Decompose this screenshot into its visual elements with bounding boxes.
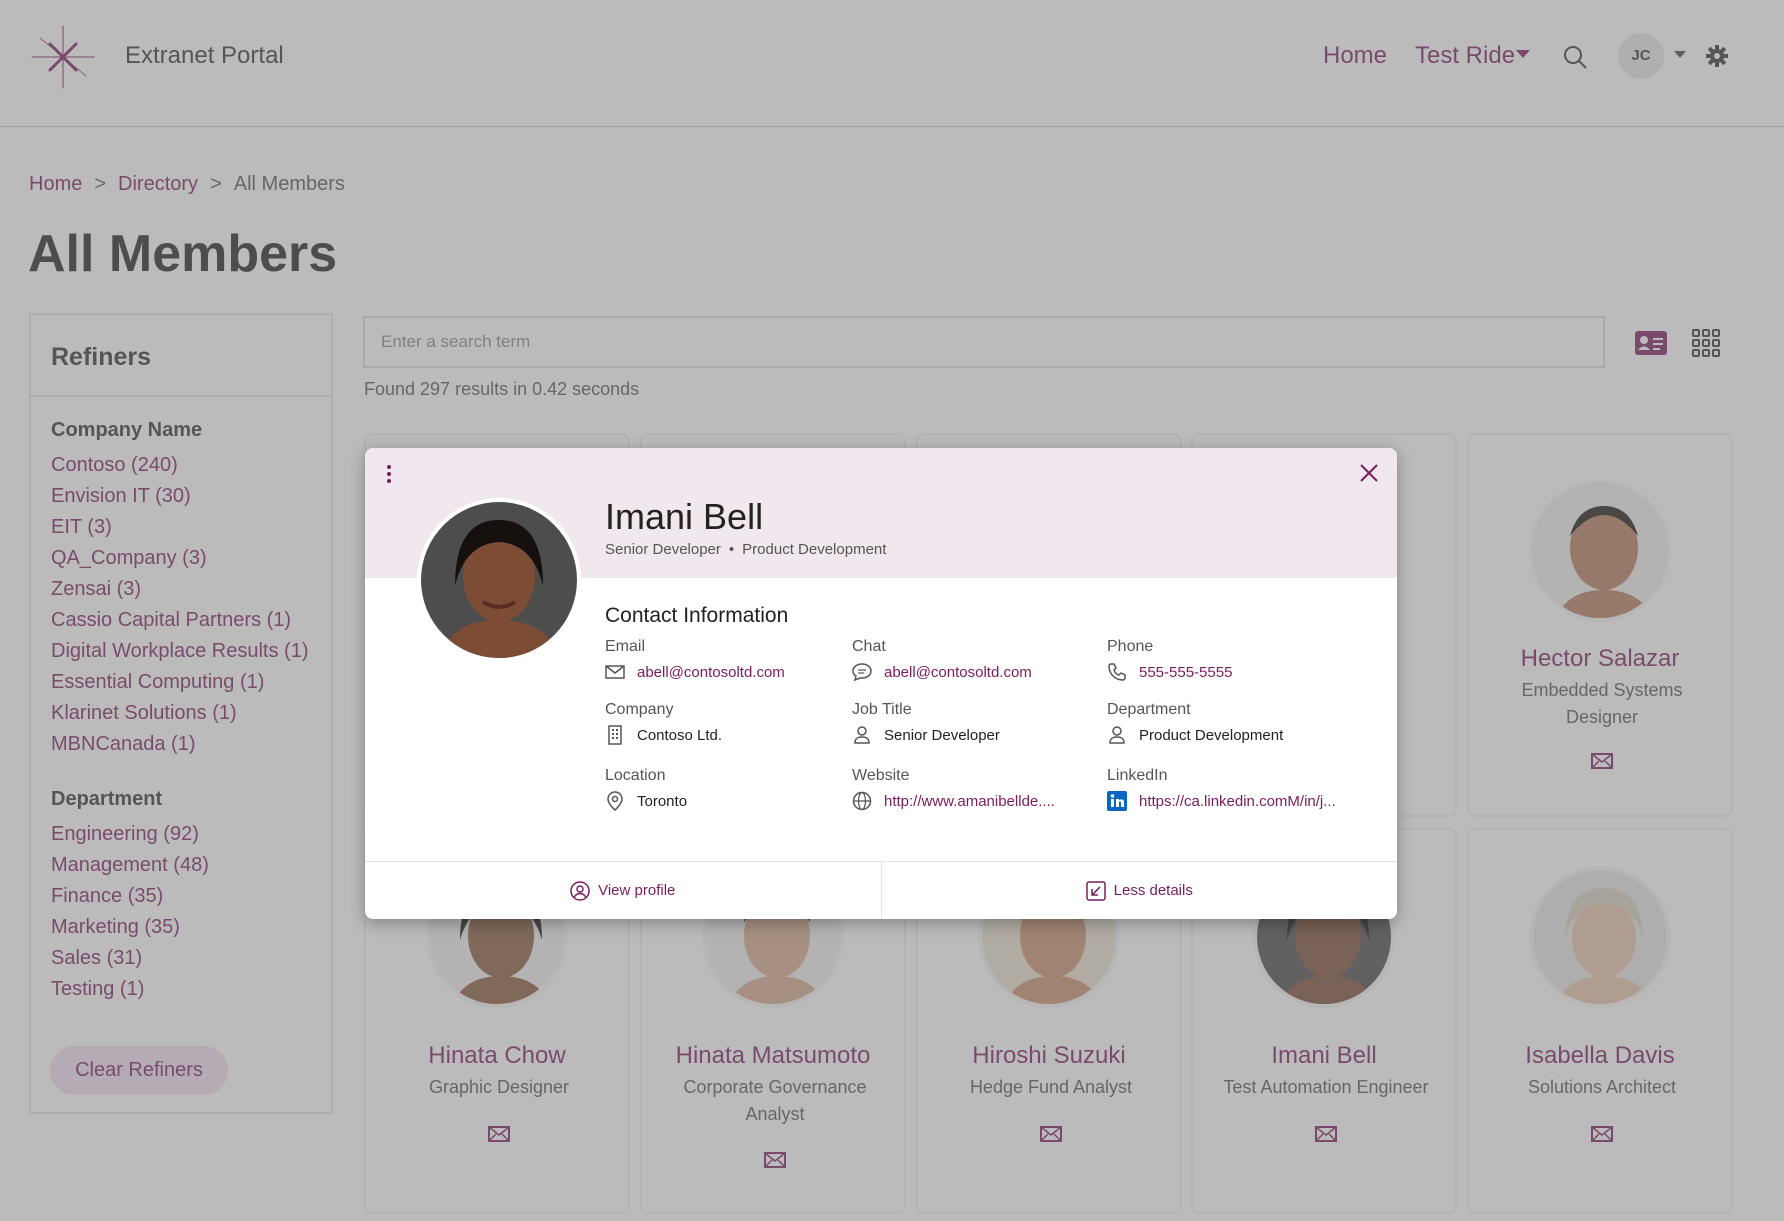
- collapse-icon: [1085, 880, 1106, 901]
- field-label: Phone: [1107, 638, 1154, 655]
- less-details-label: Less details: [1113, 882, 1193, 899]
- linkedin-icon: [1107, 791, 1127, 811]
- location-field: Location Toronto: [605, 767, 687, 811]
- linkedin-link[interactable]: https://ca.linkedin.comM/in/j...: [1139, 793, 1336, 810]
- profile-subtitle: Senior Developer • Product Development: [605, 541, 886, 558]
- person-icon: [1109, 726, 1125, 744]
- profile-name: Imani Bell: [605, 496, 764, 537]
- website-field: Website http://www.amanibellde....: [852, 767, 1055, 811]
- more-options-icon[interactable]: [385, 464, 393, 484]
- contact-section-title: Contact Information: [605, 604, 789, 627]
- company-field: Company Contoso Ltd.: [605, 701, 722, 745]
- view-profile-button[interactable]: View profile: [365, 862, 881, 919]
- profile-job: Senior Developer: [605, 541, 721, 558]
- field-label: Location: [605, 767, 666, 784]
- field-label: Company: [605, 701, 674, 718]
- job-title-field: Job Title Senior Developer: [852, 701, 1000, 745]
- bullet-separator: •: [728, 541, 735, 558]
- website-link[interactable]: http://www.amanibellde....: [884, 793, 1055, 810]
- phone-field: Phone 555-555-5555: [1107, 638, 1232, 682]
- field-label: Website: [852, 767, 910, 784]
- chat-icon: [852, 663, 872, 682]
- profile-card-modal: Imani Bell Senior Developer • Product Deve…: [365, 448, 1397, 919]
- field-label: Chat: [852, 638, 886, 655]
- location-pin-icon: [607, 791, 623, 811]
- globe-icon: [852, 791, 872, 811]
- profile-photo: [417, 498, 581, 662]
- phone-link[interactable]: 555-555-5555: [1139, 664, 1232, 681]
- department-field: Department Product Development: [1107, 701, 1283, 745]
- field-label: Department: [1107, 701, 1191, 718]
- field-label: LinkedIn: [1107, 767, 1168, 784]
- field-label: Job Title: [852, 701, 912, 718]
- person-photo: [421, 502, 577, 658]
- email-field: Email abell@contosoltd.com: [605, 638, 785, 682]
- chat-link[interactable]: abell@contosoltd.com: [884, 664, 1032, 681]
- close-icon[interactable]: [1359, 463, 1379, 483]
- building-icon: [608, 725, 622, 745]
- job-title-value: Senior Developer: [884, 726, 1000, 744]
- email-link[interactable]: abell@contosoltd.com: [637, 664, 785, 681]
- less-details-button[interactable]: Less details: [880, 862, 1398, 919]
- company-value: Contoso Ltd.: [637, 726, 723, 744]
- chat-field: Chat abell@contosoltd.com: [852, 638, 1032, 682]
- field-label: Email: [605, 638, 646, 655]
- profile-circle-icon: [570, 880, 590, 901]
- profile-department: Product Development: [742, 541, 887, 558]
- location-value: Toronto: [637, 792, 688, 810]
- person-icon: [854, 726, 870, 744]
- modal-footer: View profile Less details: [365, 861, 1397, 919]
- phone-icon: [1108, 663, 1126, 681]
- view-profile-label: View profile: [598, 882, 676, 899]
- mail-icon: [605, 665, 625, 679]
- department-value: Product Development: [1139, 726, 1284, 744]
- linkedin-field: LinkedIn https://ca.linkedin.comM/in/j..…: [1107, 767, 1336, 811]
